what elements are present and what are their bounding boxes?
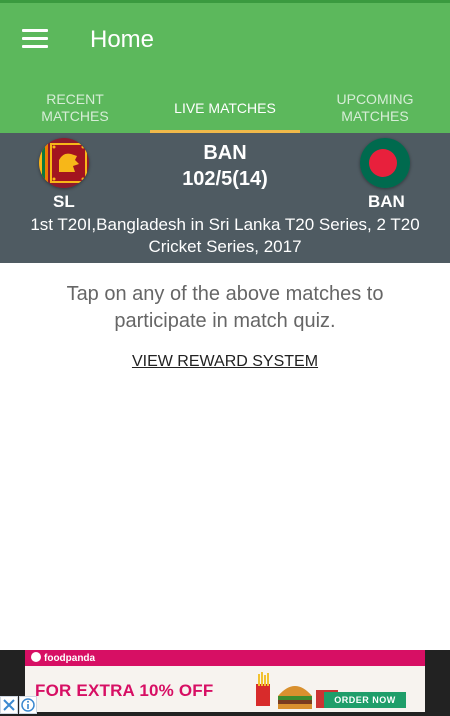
ad-brand-strip: foodpanda bbox=[25, 650, 425, 666]
ad-brand: foodpanda bbox=[31, 652, 95, 664]
order-now-button[interactable]: ORDER NOW bbox=[324, 692, 406, 708]
series-name: 1st T20I,Bangladesh in Sri Lanka T20 Ser… bbox=[30, 215, 420, 256]
menu-icon-line bbox=[22, 37, 48, 40]
tab-live-matches[interactable]: LIVE MATCHES bbox=[150, 83, 300, 133]
ad-headline: FOR EXTRA 10% OFF bbox=[35, 681, 214, 700]
tab-label-line: UPCOMING bbox=[336, 91, 414, 107]
ad-brand-name: foodpanda bbox=[44, 653, 96, 664]
team-left-label: SL bbox=[53, 192, 75, 211]
ad-banner-bar: foodpanda FOR EXTRA 10% OFF ORDER NOW bbox=[0, 650, 450, 716]
app-root: Home RECENT MATCHES LIVE MATCHES UPCOMIN… bbox=[0, 0, 450, 716]
view-reward-system-link[interactable]: VIEW REWARD SYSTEM bbox=[132, 353, 318, 370]
quiz-instruction: Tap on any of the above matches to parti… bbox=[66, 283, 384, 332]
batting-team: BAN bbox=[203, 142, 247, 164]
team-right-label: BAN bbox=[368, 192, 405, 211]
panda-logo-icon bbox=[31, 652, 41, 662]
match-score: 102/5(14) bbox=[182, 168, 268, 190]
tab-label-line: MATCHES bbox=[341, 108, 409, 124]
live-match-card[interactable]: SL BAN BAN 102/5(14) 1st T20I,Bangladesh… bbox=[0, 133, 450, 263]
page-title: Home bbox=[90, 26, 155, 53]
tab-upcoming-matches[interactable]: UPCOMING MATCHES bbox=[300, 83, 450, 133]
app-bar: Home RECENT MATCHES LIVE MATCHES UPCOMIN… bbox=[0, 3, 450, 133]
ad-info-icon[interactable] bbox=[19, 696, 37, 714]
tab-recent-matches[interactable]: RECENT MATCHES bbox=[0, 83, 150, 133]
menu-icon-line bbox=[22, 29, 48, 32]
tab-label-line: RECENT bbox=[46, 91, 104, 107]
menu-icon-line bbox=[22, 45, 48, 48]
tab-label-line: MATCHES bbox=[41, 108, 109, 124]
tab-label: LIVE MATCHES bbox=[174, 99, 276, 116]
tab-bar: RECENT MATCHES LIVE MATCHES UPCOMING MAT… bbox=[0, 83, 450, 133]
ad-banner[interactable]: foodpanda FOR EXTRA 10% OFF ORDER NOW bbox=[25, 650, 425, 712]
menu-icon[interactable] bbox=[22, 29, 48, 49]
ad-close-icon[interactable] bbox=[0, 696, 18, 714]
reward-link-container: VIEW REWARD SYSTEM bbox=[0, 353, 450, 371]
